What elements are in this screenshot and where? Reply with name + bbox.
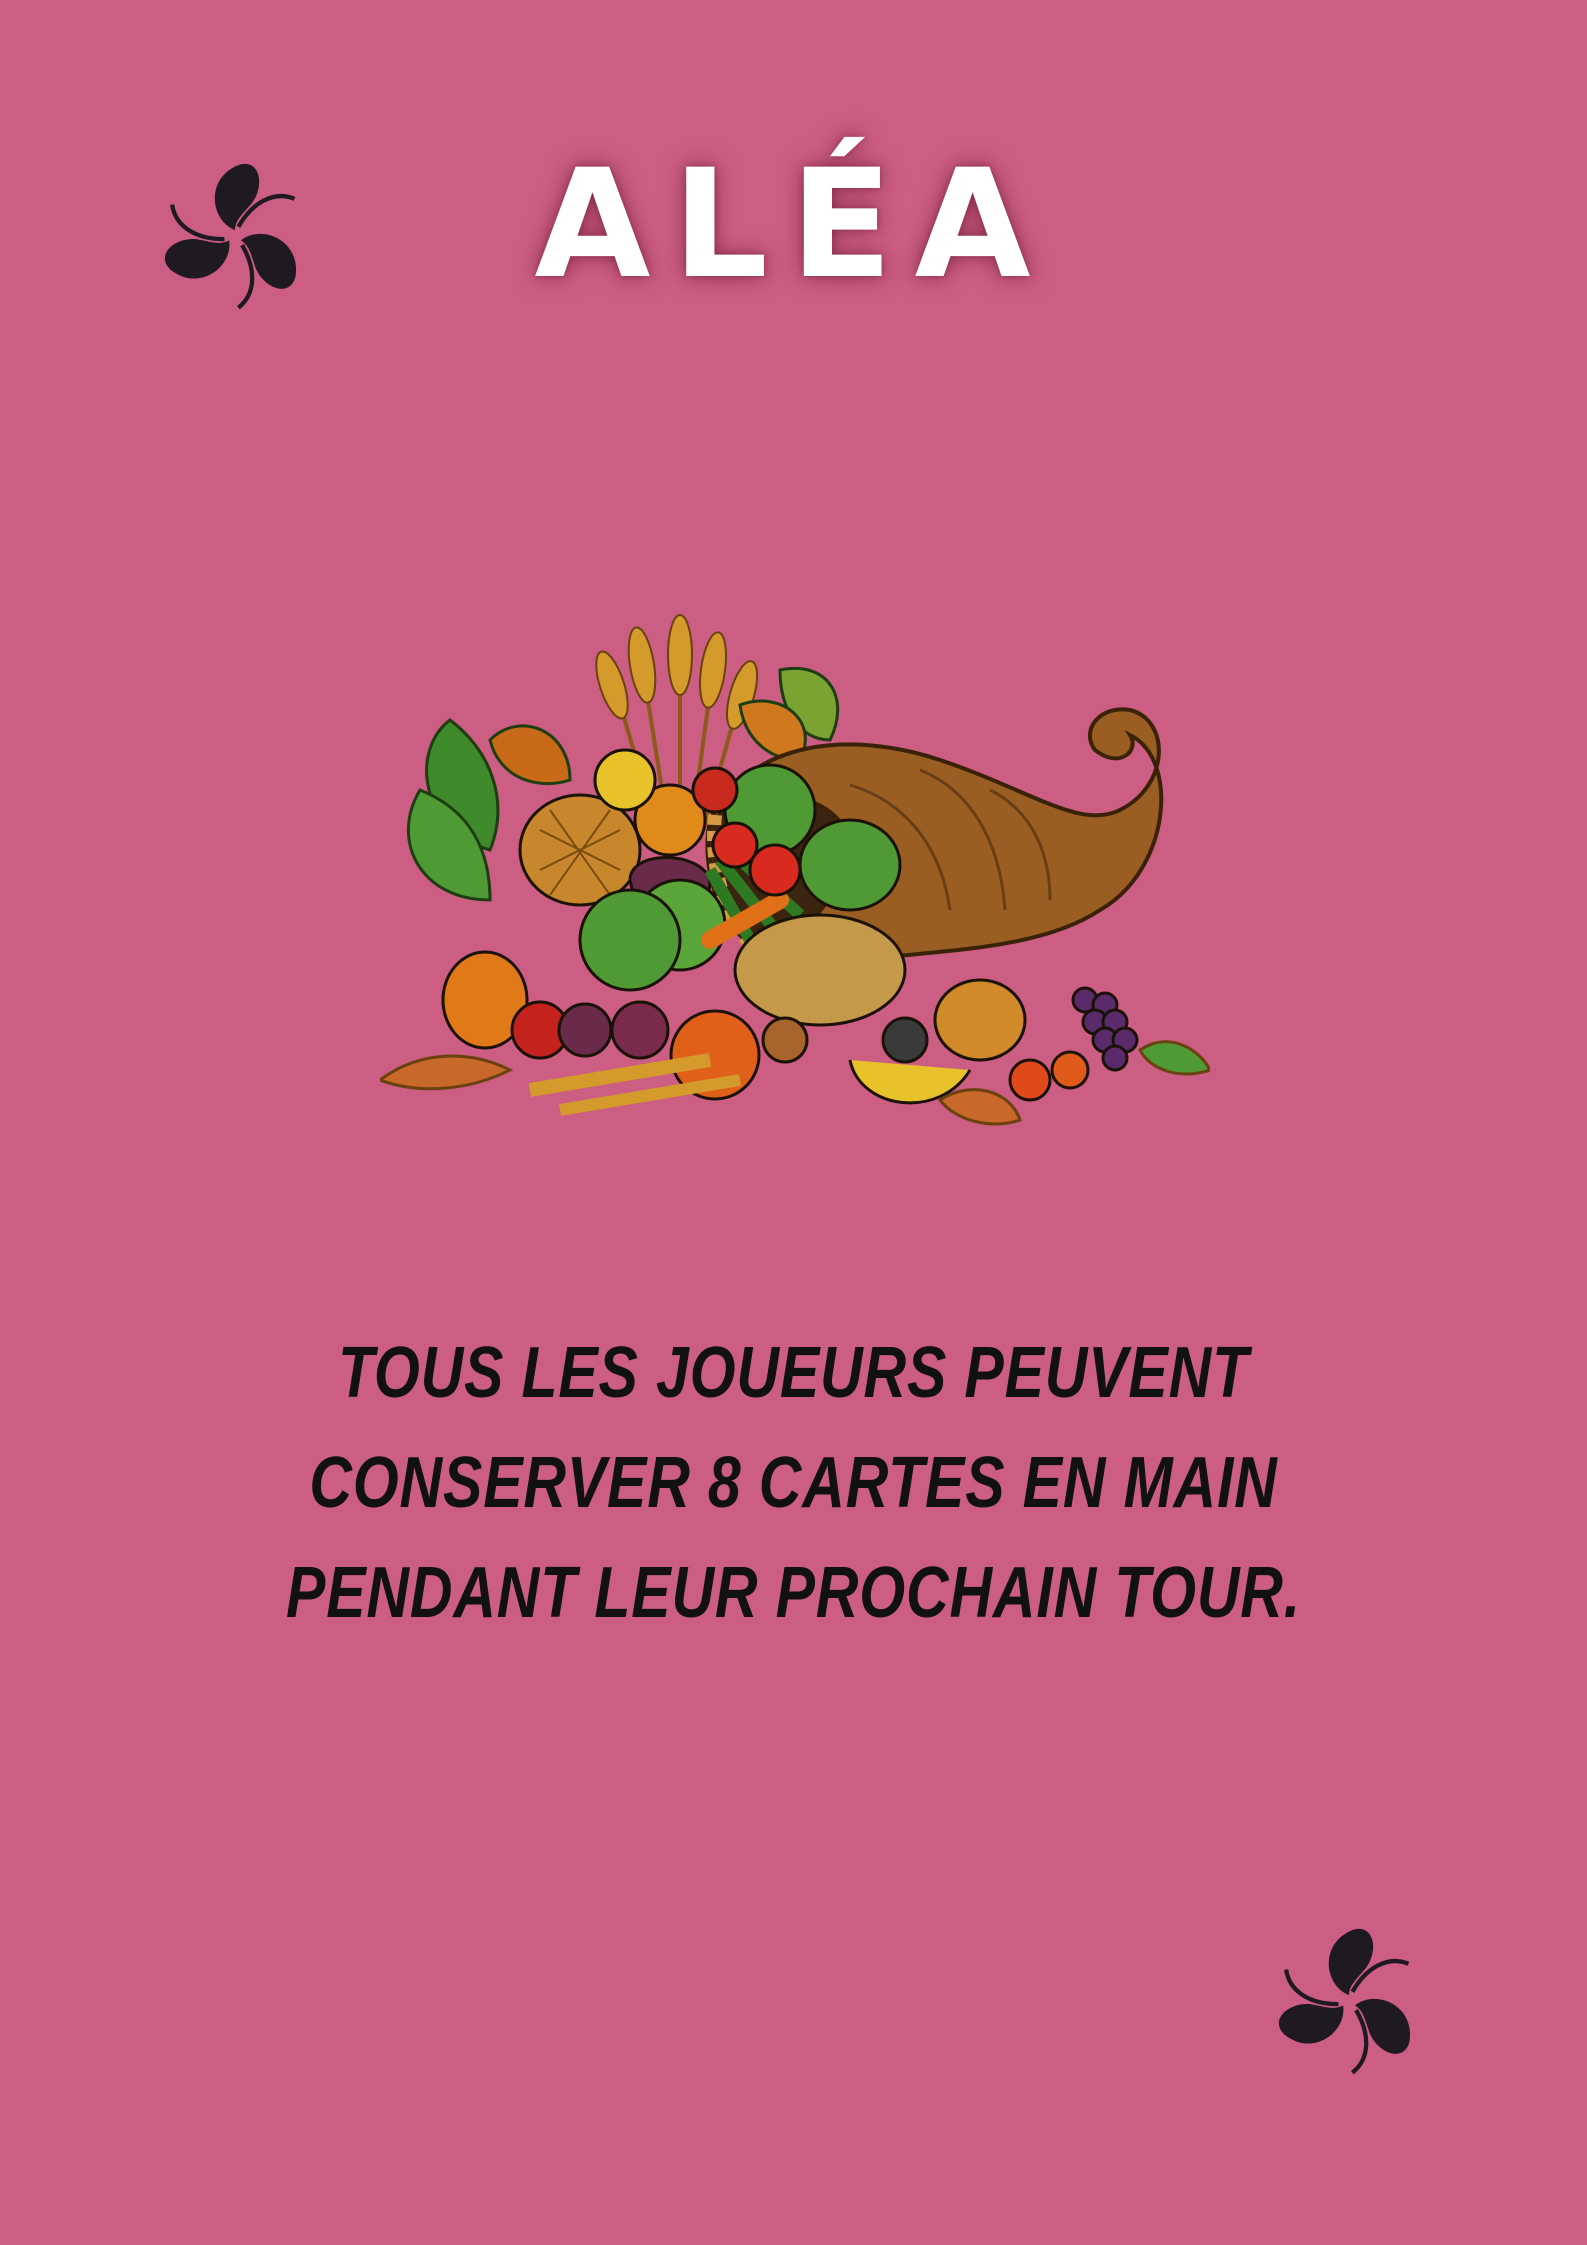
card-effect-text: TOUS LES JOUEURS PEUVENT CONSERVER 8 CAR… — [286, 1333, 1301, 1633]
swirl-leaf-icon — [1278, 1928, 1411, 2075]
card-title: ALÉA — [534, 138, 1053, 312]
cornucopia-illustration — [380, 614, 1210, 1126]
event-card: ALÉA TOUS LES JOUEURS PEUVENT CONSERVER … — [0, 0, 1587, 2245]
